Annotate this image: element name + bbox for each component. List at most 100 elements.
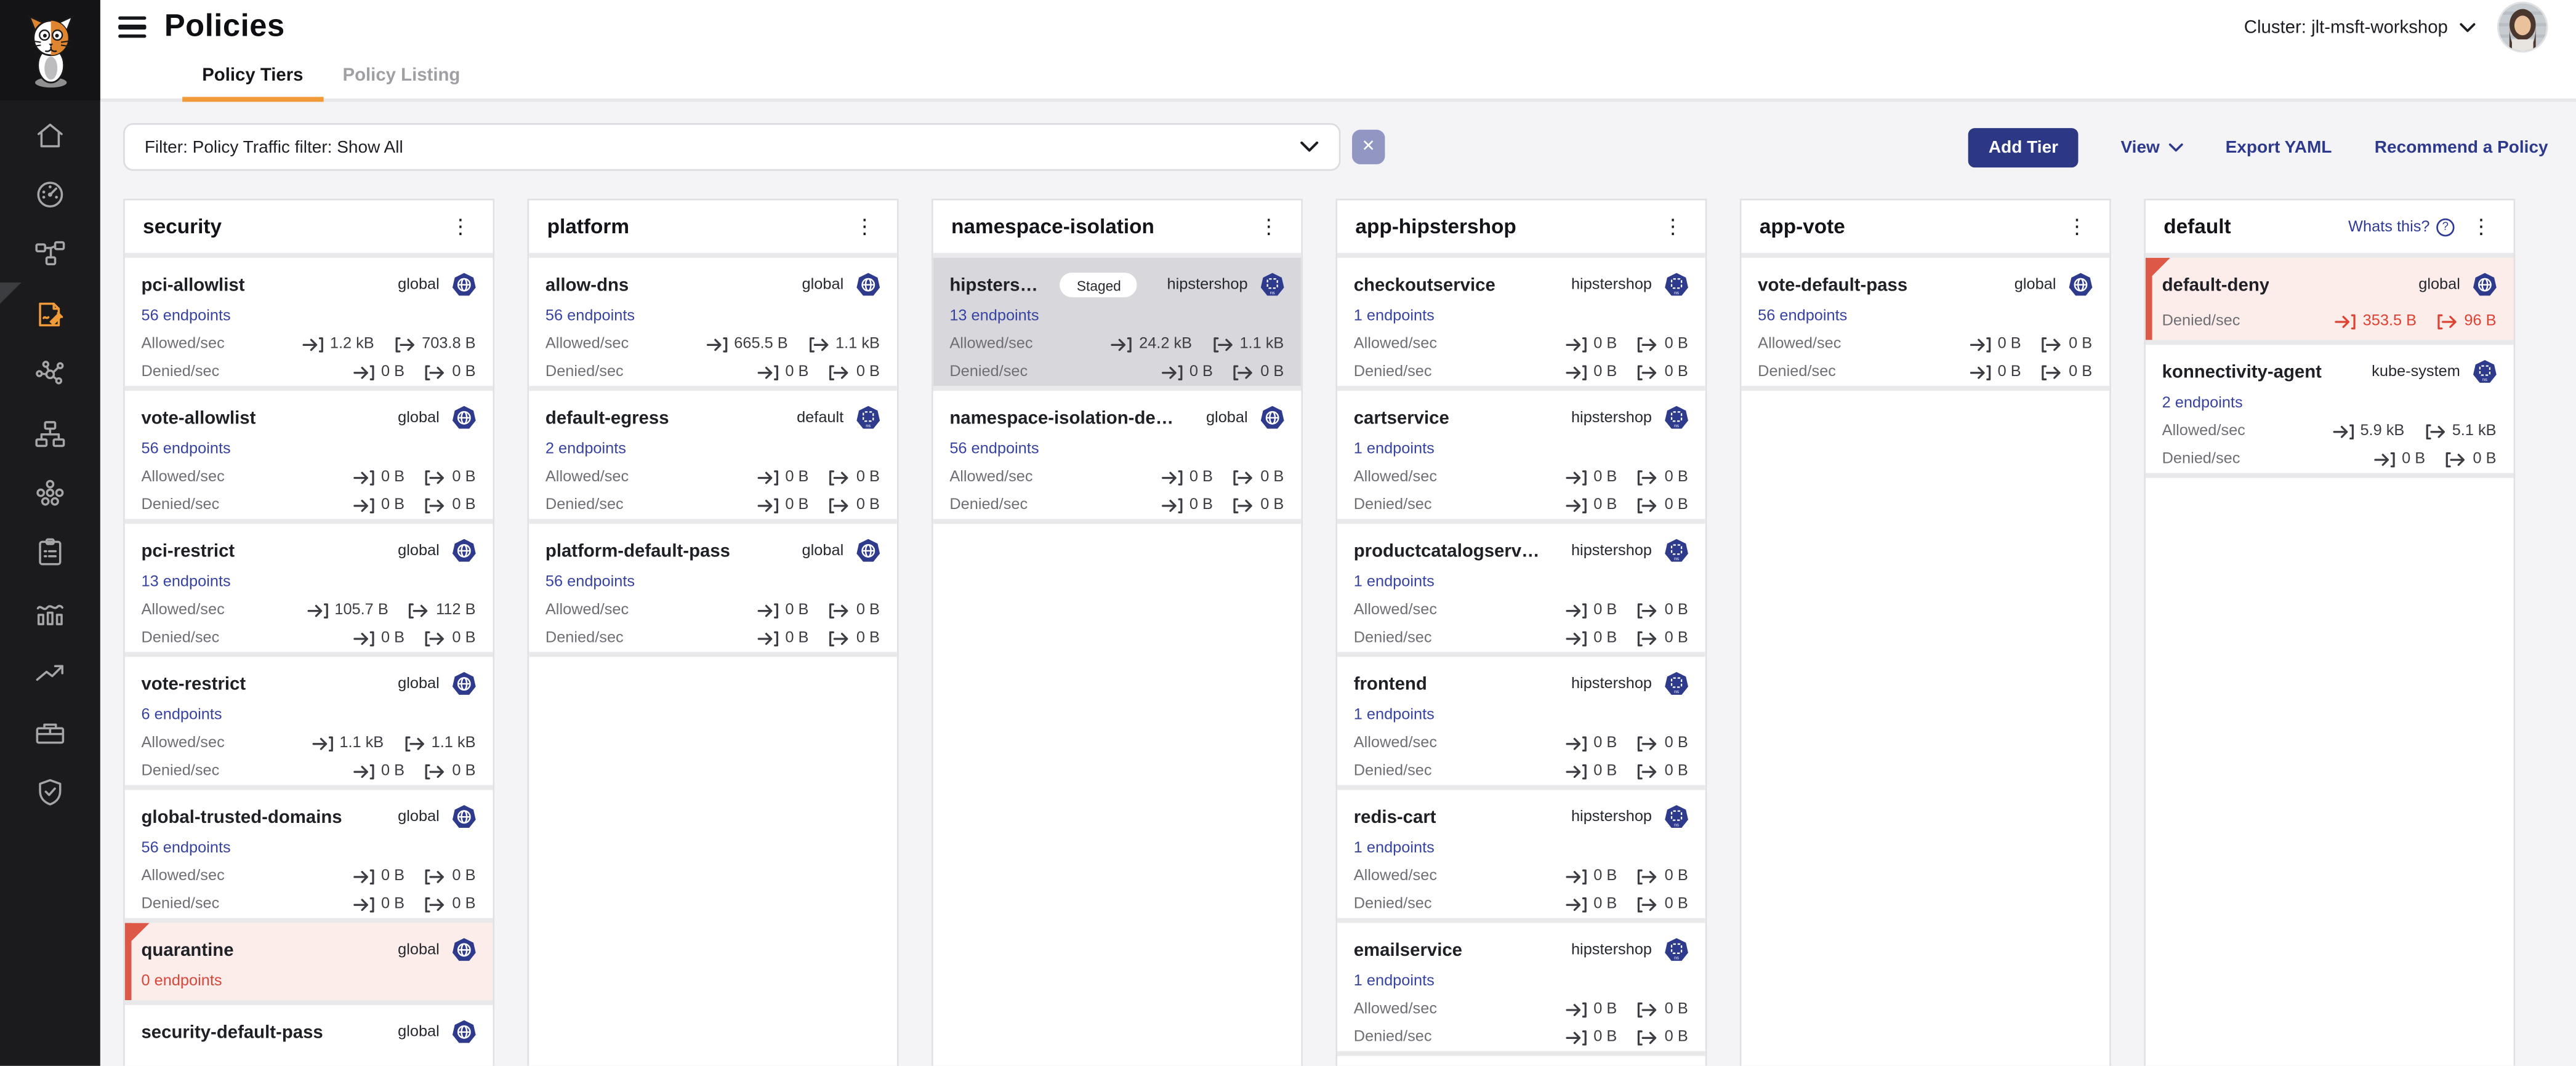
policy-card-vote-restrict[interactable]: vote-restrictglobal6 endpointsAllowed/se… <box>125 657 492 790</box>
ingress-value-group: 0 B <box>1566 734 1617 752</box>
ingress-icon <box>2332 423 2354 439</box>
kebab-menu-icon[interactable]: ⋮ <box>1255 217 1282 237</box>
metric-label: Allowed/sec <box>949 468 1032 486</box>
endpoints-link[interactable]: 1 endpoints <box>1354 972 1435 990</box>
calico-cat-logo[interactable] <box>0 0 100 100</box>
egress-icon <box>1636 868 1658 884</box>
policy-card-hipstershop-gh[interactable]: hipstershop-gh…Stagedhipstershopns13 end… <box>933 258 1300 391</box>
ingress-icon <box>1161 364 1183 380</box>
endpoints-link[interactable]: 0 endpoints <box>141 972 222 990</box>
sidebar-item-service-graph[interactable] <box>0 225 100 284</box>
sidebar-item-capture[interactable] <box>0 703 100 763</box>
ingress-value-group: 24.2 kB <box>1111 335 1192 353</box>
metric-row: Allowed/sec0 B0 B <box>949 468 1284 486</box>
sidebar-item-endpoints[interactable] <box>0 404 100 463</box>
egress-value-group: 0 B <box>828 629 879 647</box>
kebab-menu-icon[interactable]: ⋮ <box>2063 217 2090 237</box>
policy-card-productcatalogservice[interactable]: productcatalogservicehipstershopns1 endp… <box>1337 524 1704 657</box>
ingress-icon <box>1566 735 1587 751</box>
sidebar-item-network-sets[interactable] <box>0 463 100 523</box>
card-title-row: frontendhipstershopns <box>1337 657 1704 696</box>
policy-card-global-trusted-domains[interactable]: global-trusted-domainsglobal56 endpoints… <box>125 790 492 923</box>
egress-icon <box>403 735 425 751</box>
global-scope-icon <box>855 539 880 563</box>
policy-name: platform-default-pass <box>545 541 730 561</box>
metric-row: Denied/sec0 B0 B <box>2162 450 2497 468</box>
policy-card-default-egress[interactable]: default-egressdefaultns2 endpointsAllowe… <box>529 391 896 524</box>
policy-card-namespace-isolation-default-p[interactable]: namespace-isolation-default-p…global 56 e… <box>933 391 1300 524</box>
endpoints-link[interactable]: 2 endpoints <box>545 440 626 458</box>
global-scope-icon <box>2067 273 2092 297</box>
endpoints-link[interactable]: 2 endpoints <box>2162 394 2243 412</box>
ingress-icon <box>353 763 375 779</box>
kebab-menu-icon[interactable]: ⋮ <box>1659 217 1686 237</box>
endpoints-link[interactable]: 1 endpoints <box>1354 307 1435 325</box>
sidebar-item-trend[interactable] <box>0 643 100 703</box>
avatar[interactable] <box>2497 2 2548 53</box>
policy-filter-select[interactable]: Filter: Policy Traffic filter: Show All <box>123 123 1340 170</box>
egress-value-group: 0 B <box>828 468 879 486</box>
endpoints-link[interactable]: 13 endpoints <box>949 307 1039 325</box>
ingress-value-group: 0 B <box>1566 895 1617 913</box>
ingress-icon <box>353 497 375 513</box>
metric-label: Denied/sec <box>1354 629 1432 647</box>
clear-filter-button[interactable]: ✕ <box>1352 130 1385 164</box>
endpoints-link[interactable]: 1 endpoints <box>1354 840 1435 857</box>
cat-mascot-icon <box>15 12 84 88</box>
add-tier-button[interactable]: Add Tier <box>1969 127 2078 167</box>
policy-card-checkoutservice[interactable]: checkoutservicehipstershopns1 endpointsA… <box>1337 258 1704 391</box>
endpoints-link[interactable]: 1 endpoints <box>1354 440 1435 458</box>
endpoints-link[interactable]: 56 endpoints <box>545 307 635 325</box>
endpoints-link[interactable]: 56 endpoints <box>545 573 635 591</box>
policy-card-vote-allowlist[interactable]: vote-allowlistglobal56 endpointsAllowed/… <box>125 391 492 524</box>
metric-row: Allowed/sec0 B0 B <box>1354 867 1688 885</box>
policy-card-vote-default-pass[interactable]: vote-default-passglobal56 endpointsAllow… <box>1741 258 2108 391</box>
whats-this-link[interactable]: Whats this?? <box>2348 218 2454 236</box>
policy-card-cartservice[interactable]: cartservicehipstershopns1 endpointsAllow… <box>1337 391 1704 524</box>
policy-card-platform-default-pass[interactable]: platform-default-passglobal56 endpointsA… <box>529 524 896 657</box>
policy-card-pci-allowlist[interactable]: pci-allowlistglobal56 endpointsAllowed/s… <box>125 258 492 391</box>
policy-card-quarantine[interactable]: quarantineglobal0 endpoints <box>125 923 492 1005</box>
sidebar-item-threat-defense[interactable] <box>0 763 100 822</box>
policy-card-konnectivity-agent[interactable]: konnectivity-agentkube-systemns2 endpoin… <box>2146 345 2513 478</box>
egress-value-group: 0 B <box>2041 335 2092 353</box>
policy-card-redis-cart[interactable]: redis-carthipstershopns1 endpointsAllowe… <box>1337 790 1704 923</box>
sidebar-item-nodes[interactable] <box>0 344 100 404</box>
card-title-row: namespace-isolation-default-p…global <box>933 391 1300 430</box>
egress-value-group: 0 B <box>2445 450 2496 468</box>
sidebar-item-activity[interactable] <box>0 583 100 643</box>
endpoints-link[interactable]: 56 endpoints <box>141 440 230 458</box>
endpoints-link[interactable]: 1 endpoints <box>1354 573 1435 591</box>
endpoints-link[interactable]: 56 endpoints <box>949 440 1039 458</box>
endpoints-link[interactable]: 1 endpoints <box>1354 706 1435 724</box>
policy-card-emailservice[interactable]: emailservicehipstershopns1 endpointsAllo… <box>1337 923 1704 1056</box>
svg-text:ns: ns <box>1673 955 1678 961</box>
sidebar-item-home[interactable] <box>0 105 100 165</box>
cluster-selector[interactable]: Cluster: jlt-msft-workshop <box>2244 17 2476 37</box>
scope-label: hipstershop <box>1167 276 1248 294</box>
metric-row: Denied/sec0 B0 B <box>141 496 475 514</box>
policy-card-security-default-pass[interactable]: security-default-passglobal <box>125 1005 492 1066</box>
namespace-scope-icon: ns <box>1664 805 1688 830</box>
egress-value-group: 0 B <box>424 468 475 486</box>
policy-card-default-deny[interactable]: default-denyglobalDenied/sec353.5 B96 B <box>2146 258 2513 345</box>
policy-card-allow-dns[interactable]: allow-dnsglobal56 endpointsAllowed/sec66… <box>529 258 896 391</box>
tab-policy-tiers[interactable]: Policy Tiers <box>182 66 323 98</box>
view-button[interactable]: View <box>2120 137 2183 157</box>
endpoints-link[interactable]: 56 endpoints <box>141 840 230 857</box>
endpoints-link[interactable]: 56 endpoints <box>1758 307 1847 325</box>
policy-card-pci-restrict[interactable]: pci-restrictglobal13 endpointsAllowed/se… <box>125 524 492 657</box>
endpoints-link[interactable]: 13 endpoints <box>141 573 230 591</box>
endpoints-link[interactable]: 56 endpoints <box>141 307 230 325</box>
kebab-menu-icon[interactable]: ⋮ <box>851 217 878 237</box>
tab-policy-listing[interactable]: Policy Listing <box>323 66 480 98</box>
recommend-policy-button[interactable]: Recommend a Policy <box>2375 137 2548 157</box>
endpoints-link[interactable]: 6 endpoints <box>141 706 222 724</box>
sidebar-item-dashboard[interactable] <box>0 165 100 225</box>
kebab-menu-icon[interactable]: ⋮ <box>447 217 474 237</box>
export-yaml-button[interactable]: Export YAML <box>2226 137 2332 157</box>
sidebar-item-compliance[interactable] <box>0 524 100 583</box>
policy-card-frontend[interactable]: frontendhipstershopns1 endpointsAllowed/… <box>1337 657 1704 790</box>
kebab-menu-icon[interactable]: ⋮ <box>2468 217 2495 237</box>
menu-icon[interactable] <box>118 17 146 38</box>
